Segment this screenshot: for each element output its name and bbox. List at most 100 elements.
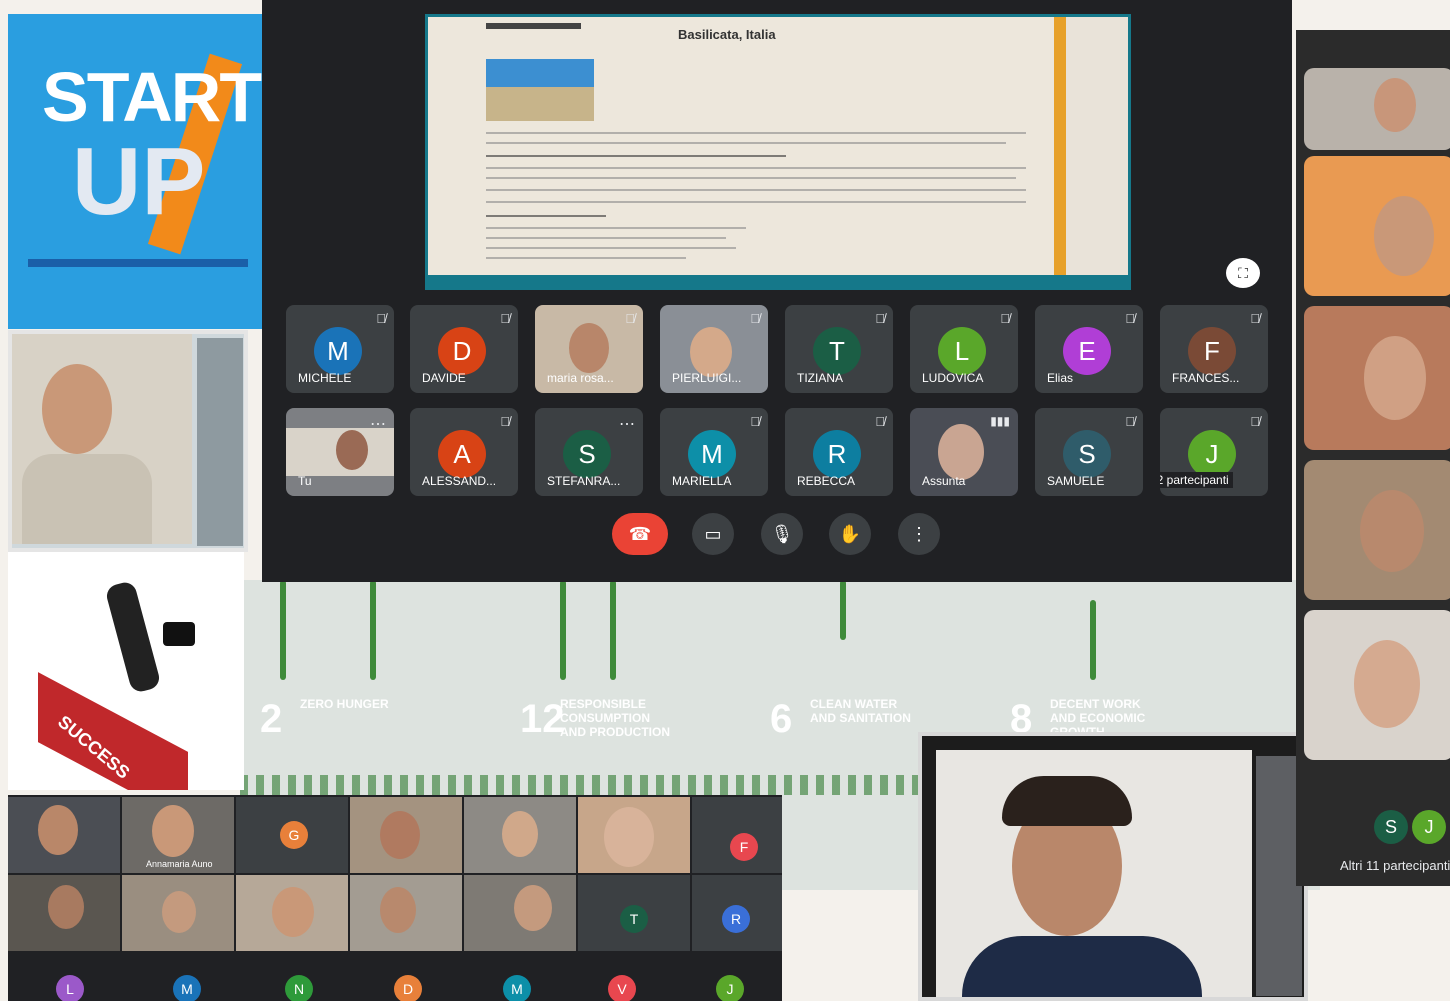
mic-off-icon: 🎙̸ [1125,414,1135,429]
participant-tile[interactable]: R [692,875,782,951]
participant-name: TIZIANA [797,371,844,385]
sdg-pot-6: 6 CLEAN WATER AND SANITATION [750,675,920,810]
slide-sidebar [1054,17,1128,287]
participant-tile[interactable] [350,797,462,873]
participant-name: ALESSAND... [422,474,497,488]
speaker-suit [962,936,1202,997]
startup-word: START [42,58,262,136]
participant-tile[interactable]: ▮▮▮ Assunta [910,408,1018,496]
participant-face [1374,196,1434,276]
right-call-screenshot: S J Altri 11 partecipanti [1296,30,1450,886]
text-line [486,155,786,157]
avatar: M [503,975,531,1001]
participant-tile-self[interactable]: ⋯ Tu [286,408,394,496]
text-line [486,257,686,259]
mic-off-icon: 🎙̸ [750,414,760,429]
participant-tile[interactable]: T [578,875,690,951]
participant-face [380,811,420,859]
participant-face [1354,640,1420,728]
participant-face [514,885,552,931]
sdg-title: RESPONSIBLE CONSUMPTION AND PRODUCTION [560,697,670,739]
avatar: T [813,327,861,375]
text-line [486,167,1026,169]
participant-tile[interactable]: ⋯ S STEFANRA... [535,408,643,496]
participant-tile[interactable] [1304,460,1450,600]
participant-face [336,430,368,470]
participant-tile[interactable]: 🎙̸ A ALESSAND... [410,408,518,496]
participant-name: MICHELE [298,371,352,385]
text-line [486,189,1026,191]
participant-face [38,805,78,855]
participant-tile[interactable] [350,875,462,951]
participant-tile[interactable]: 🎙̸ M MICHELE [286,305,394,393]
avatar: F [1188,327,1236,375]
mic-button[interactable]: 🎙 [761,513,803,555]
participant-tile[interactable] [464,875,576,951]
participant-tile[interactable]: 🎙̸ M MARIELLA [660,408,768,496]
participant-tile[interactable] [1304,156,1450,296]
participant-tile[interactable] [578,797,690,873]
participant-tile[interactable]: 🎙̸ S SAMUELE [1035,408,1143,496]
mic-off-icon: 🎙̸ [1250,414,1260,429]
sdg-pot-2: 2 ZERO HUNGER [240,675,425,810]
participant-tile[interactable] [236,875,348,951]
camera-icon: ▭ [704,524,722,544]
participant-tile[interactable]: 🎙̸ R REBECCA [785,408,893,496]
participant-tile[interactable] [464,797,576,873]
avatar: R [813,430,861,478]
participant-tile[interactable]: 🎙̸ maria rosa... [535,305,643,393]
participant-tile[interactable]: 🎙̸ T TIZIANA [785,305,893,393]
participant-tile[interactable] [1304,306,1450,450]
participant-tile[interactable]: Annamaria Auno [122,797,234,873]
vine [370,580,376,680]
participant-face [380,887,416,933]
raise-hand-button[interactable]: ✋ [829,513,871,555]
participant-name: REBECCA [797,474,856,488]
participant-tile[interactable] [1304,610,1450,760]
participant-tile[interactable] [8,875,120,951]
participant-video [569,323,609,373]
mic-off-icon: 🎙̸ [1250,311,1260,326]
hangup-button[interactable]: ☎ [612,513,668,555]
gallery-call-screenshot: Annamaria Auno G F T R L M N D M V J [8,795,782,1001]
participant-tile[interactable] [8,797,120,873]
ground [28,259,248,267]
avatar: L [56,975,84,1001]
text-line [486,142,1006,144]
participant-tile[interactable]: 🎙̸ L LUDOVICA [910,305,1018,393]
phone-hangup-icon: ☎ [628,524,652,544]
participant-tile[interactable]: 🎙̸ F FRANCES... [1160,305,1268,393]
slide-photo [486,59,594,121]
avatar: L [938,327,986,375]
participant-tile[interactable]: 🎙̸ D DAVIDE [410,305,518,393]
avatar: G [280,821,308,849]
participant-body [22,454,152,544]
more-participants-label: Altri 11 partecipanti [1340,858,1450,873]
participant-face [152,805,194,857]
avatar: V [608,975,636,1001]
more-dots-icon[interactable]: ⋯ [619,414,635,434]
more-options-button[interactable]: ⋮ [898,513,940,555]
more-dots-icon[interactable]: ⋯ [370,414,386,434]
mic-off-icon: 🎙̸ [875,414,885,429]
camera-button[interactable]: ▭ [692,513,734,555]
participant-name: LUDOVICA [922,371,984,385]
raise-hand-icon: ✋ [838,524,862,544]
fullscreen-icon[interactable]: ⛶ [1226,258,1260,288]
text-line [486,215,606,217]
up-word: UP [72,128,206,235]
participant-tile[interactable] [122,875,234,951]
participant-tile[interactable] [1304,68,1450,150]
participant-tile[interactable]: 🎙̸ PIERLUIGI... [660,305,768,393]
more-participants-tile[interactable]: 🎙̸ J Altri 12 partecipanti [1160,408,1268,496]
avatar: J [1188,430,1236,478]
briefcase-icon [163,622,195,646]
participant-face [1374,78,1416,132]
participant-tile[interactable]: 🎙̸ E Elias [1035,305,1143,393]
sdg-title: CLEAN WATER AND SANITATION [810,697,911,725]
participant-tile[interactable]: F [692,797,782,873]
slide-title: Basilicata, Italia [678,27,776,42]
avatar: J [716,975,744,1001]
text-line [486,247,736,249]
participant-tile[interactable]: G [236,797,348,873]
